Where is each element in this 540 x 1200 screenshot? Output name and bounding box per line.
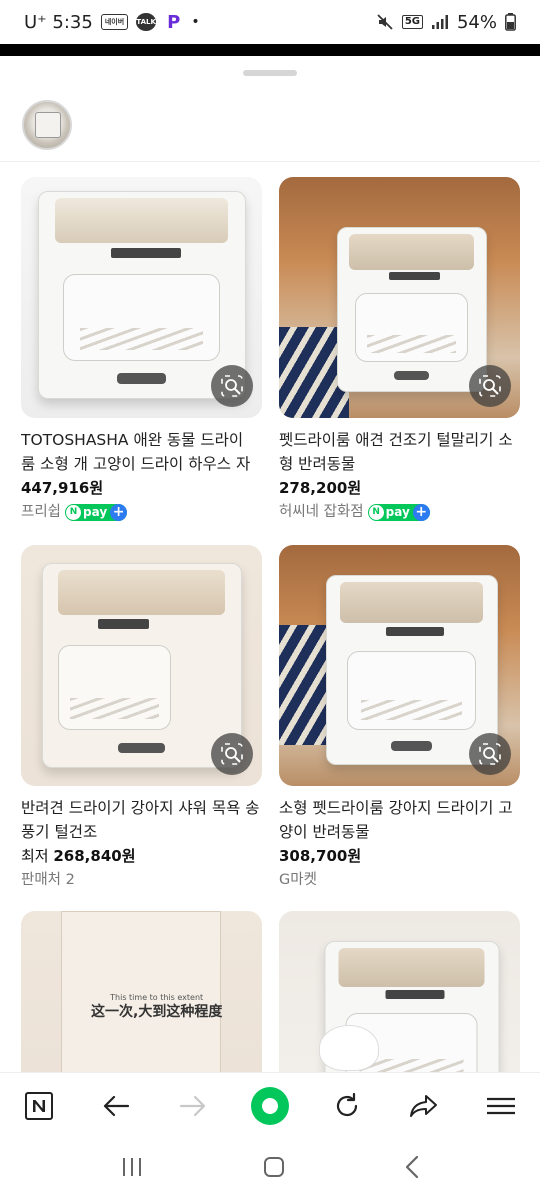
battery-icon (505, 13, 516, 31)
carrier-time: U⁺ 5:35 (24, 11, 93, 33)
bottom-sheet-header (0, 56, 540, 162)
lens-search-icon[interactable] (469, 365, 511, 407)
product-price: 447,916원 (21, 479, 104, 497)
product-image[interactable]: This time to this extent 这一次,大到这种程度 (21, 911, 262, 1081)
npay-plus-icon: + (110, 503, 128, 521)
naver-n-icon: N (66, 504, 82, 520)
product-image[interactable] (279, 177, 520, 418)
pet-dryer-illustration (325, 575, 498, 765)
forward-arrow-icon[interactable] (171, 1084, 215, 1128)
naver-notification-icon: 네이버 (100, 14, 129, 30)
refresh-icon[interactable] (325, 1084, 369, 1128)
p-app-notification-icon: P (167, 11, 181, 33)
npay-badge: Npay + (367, 503, 430, 521)
product-card[interactable]: This time to this extent 这一次,大到这种程度 (21, 911, 262, 1081)
recents-icon[interactable] (120, 1156, 144, 1182)
thumbnail-product-icon (35, 112, 61, 138)
product-image[interactable] (21, 177, 262, 418)
green-dot-icon[interactable] (248, 1084, 292, 1128)
menu-icon[interactable] (479, 1084, 523, 1128)
home-icon[interactable] (263, 1156, 285, 1182)
battery-percent: 54% (456, 11, 497, 33)
product-seller: G마켓 (279, 872, 317, 888)
mute-icon (377, 14, 393, 30)
product-title[interactable]: TOTOSHASHA 애완 동물 드라이 룸 소형 개 고양이 드라이 하우스 … (21, 428, 262, 476)
product-title[interactable]: 반려견 드라이기 강아지 샤워 목욕 송풍기 털건조 (21, 796, 262, 844)
signal-icon (431, 15, 448, 29)
product-image-caption: This time to this extent 这一次,大到这种程度 (91, 993, 223, 1020)
drag-handle[interactable] (243, 70, 297, 76)
naver-home-icon[interactable] (17, 1084, 61, 1128)
product-seller: 프리쉽 Npay + (21, 501, 262, 523)
product-price: 308,700원 (279, 847, 362, 865)
pet-dryer-illustration (336, 227, 487, 392)
product-card[interactable]: 반려견 드라이기 강아지 샤워 목욕 송풍기 털건조 최저 268,840원 판… (21, 545, 262, 891)
back-arrow-icon[interactable] (94, 1084, 138, 1128)
status-bar: U⁺ 5:35 네이버 TALK P • 5G 54% (0, 0, 540, 44)
kakaotalk-notification-icon: TALK (136, 13, 157, 31)
product-seller: 허씨네 잡화점 Npay + (279, 501, 520, 523)
product-price: 최저 268,840원 (21, 847, 136, 865)
naver-n-icon: N (368, 504, 384, 520)
pet-dryer-illustration (41, 563, 242, 768)
product-title[interactable]: 펫드라이룸 애견 건조기 털말리기 소형 반려동물 (279, 428, 520, 476)
browser-toolbar (0, 1072, 540, 1138)
product-image[interactable] (21, 545, 262, 786)
back-icon[interactable] (404, 1155, 420, 1183)
product-card[interactable]: 펫드라이룸 애견 건조기 털말리기 소형 반려동물 278,200원 허씨네 잡… (279, 177, 520, 523)
lens-search-icon[interactable] (469, 733, 511, 775)
top-divider-bar (0, 44, 540, 56)
search-image-thumbnail[interactable] (22, 100, 72, 150)
npay-plus-icon: + (412, 503, 430, 521)
product-card[interactable]: 소형 펫드라이룸 강아지 드라이기 고양이 반려동물 308,700원 G마켓 (279, 545, 520, 891)
lens-search-icon[interactable] (211, 365, 253, 407)
npay-badge: Npay + (65, 503, 128, 521)
share-icon[interactable] (402, 1084, 446, 1128)
product-seller: 판매처 2 (21, 872, 75, 888)
product-card[interactable]: TOTOSHASHA 애완 동물 드라이 룸 소형 개 고양이 드라이 하우스 … (21, 177, 262, 523)
network-5g-icon: 5G (401, 15, 423, 29)
pet-dryer-illustration (37, 191, 246, 399)
product-card[interactable] (279, 911, 520, 1081)
more-notifications-dot-icon: • (191, 14, 200, 30)
system-navigation-bar (0, 1138, 540, 1200)
product-image[interactable] (279, 911, 520, 1081)
product-price: 278,200원 (279, 479, 362, 497)
product-image[interactable] (279, 545, 520, 786)
lens-search-icon[interactable] (211, 733, 253, 775)
product-title[interactable]: 소형 펫드라이룸 강아지 드라이기 고양이 반려동물 (279, 796, 520, 844)
cat-illustration (319, 1025, 379, 1071)
